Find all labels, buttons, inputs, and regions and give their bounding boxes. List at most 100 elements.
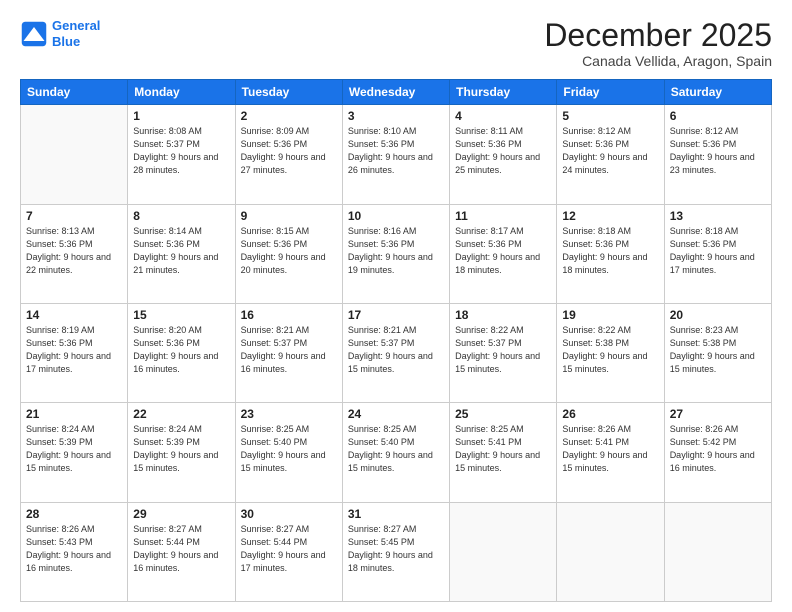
calendar-cell: 10 Sunrise: 8:16 AM Sunset: 5:36 PM Dayli… [342,204,449,303]
calendar-cell: 27 Sunrise: 8:26 AM Sunset: 5:42 PM Dayli… [664,403,771,502]
day-info: Sunrise: 8:11 AM Sunset: 5:36 PM Dayligh… [455,125,551,177]
day-number: 22 [133,407,229,421]
day-number: 25 [455,407,551,421]
weekday-header: Tuesday [235,80,342,105]
title-block: December 2025 Canada Vellida, Aragon, Sp… [544,18,772,69]
day-info: Sunrise: 8:24 AM Sunset: 5:39 PM Dayligh… [26,423,122,475]
day-info: Sunrise: 8:24 AM Sunset: 5:39 PM Dayligh… [133,423,229,475]
day-number: 27 [670,407,766,421]
day-number: 29 [133,507,229,521]
day-info: Sunrise: 8:09 AM Sunset: 5:36 PM Dayligh… [241,125,337,177]
page: General Blue December 2025 Canada Vellid… [0,0,792,612]
day-number: 1 [133,109,229,123]
calendar-cell: 11 Sunrise: 8:17 AM Sunset: 5:36 PM Dayli… [450,204,557,303]
calendar-cell [557,502,664,601]
day-number: 11 [455,209,551,223]
calendar-header-row: SundayMondayTuesdayWednesdayThursdayFrid… [21,80,772,105]
day-info: Sunrise: 8:27 AM Sunset: 5:45 PM Dayligh… [348,523,444,575]
day-info: Sunrise: 8:25 AM Sunset: 5:40 PM Dayligh… [348,423,444,475]
calendar-cell [664,502,771,601]
calendar-cell: 24 Sunrise: 8:25 AM Sunset: 5:40 PM Dayli… [342,403,449,502]
calendar-cell: 30 Sunrise: 8:27 AM Sunset: 5:44 PM Dayli… [235,502,342,601]
calendar-cell: 14 Sunrise: 8:19 AM Sunset: 5:36 PM Dayli… [21,303,128,402]
weekday-header: Wednesday [342,80,449,105]
day-number: 20 [670,308,766,322]
calendar-week-row: 21 Sunrise: 8:24 AM Sunset: 5:39 PM Dayli… [21,403,772,502]
day-number: 13 [670,209,766,223]
day-info: Sunrise: 8:13 AM Sunset: 5:36 PM Dayligh… [26,225,122,277]
day-info: Sunrise: 8:19 AM Sunset: 5:36 PM Dayligh… [26,324,122,376]
calendar-cell: 25Sunrise: 8:25 AM Sunset: 5:41 PM Dayli… [450,403,557,502]
calendar-cell: 21 Sunrise: 8:24 AM Sunset: 5:39 PM Dayli… [21,403,128,502]
logo: General Blue [20,18,100,49]
day-info: Sunrise: 8:22 AM Sunset: 5:37 PM Dayligh… [455,324,551,376]
calendar-cell [450,502,557,601]
day-number: 8 [133,209,229,223]
weekday-header: Thursday [450,80,557,105]
day-number: 26 [562,407,658,421]
day-info: Sunrise: 8:22 AM Sunset: 5:38 PM Dayligh… [562,324,658,376]
day-info: Sunrise: 8:23 AM Sunset: 5:38 PM Dayligh… [670,324,766,376]
day-info: Sunrise: 8:10 AM Sunset: 5:36 PM Dayligh… [348,125,444,177]
day-number: 9 [241,209,337,223]
weekday-header: Friday [557,80,664,105]
header: General Blue December 2025 Canada Vellid… [20,18,772,69]
calendar-cell: 8 Sunrise: 8:14 AM Sunset: 5:36 PM Daylig… [128,204,235,303]
day-number: 31 [348,507,444,521]
day-info: Sunrise: 8:08 AM Sunset: 5:37 PM Dayligh… [133,125,229,177]
month-title: December 2025 [544,18,772,53]
day-number: 21 [26,407,122,421]
calendar-cell: 7Sunrise: 8:13 AM Sunset: 5:36 PM Daylig… [21,204,128,303]
day-info: Sunrise: 8:17 AM Sunset: 5:36 PM Dayligh… [455,225,551,277]
day-info: Sunrise: 8:25 AM Sunset: 5:40 PM Dayligh… [241,423,337,475]
calendar-cell: 19 Sunrise: 8:22 AM Sunset: 5:38 PM Dayli… [557,303,664,402]
weekday-header: Saturday [664,80,771,105]
calendar-week-row: 28 Sunrise: 8:26 AM Sunset: 5:43 PM Dayli… [21,502,772,601]
day-info: Sunrise: 8:27 AM Sunset: 5:44 PM Dayligh… [241,523,337,575]
calendar-cell: 28 Sunrise: 8:26 AM Sunset: 5:43 PM Dayli… [21,502,128,601]
day-info: Sunrise: 8:18 AM Sunset: 5:36 PM Dayligh… [562,225,658,277]
subtitle: Canada Vellida, Aragon, Spain [544,53,772,69]
day-number: 19 [562,308,658,322]
day-number: 14 [26,308,122,322]
calendar-table: SundayMondayTuesdayWednesdayThursdayFrid… [20,79,772,602]
day-info: Sunrise: 8:16 AM Sunset: 5:36 PM Dayligh… [348,225,444,277]
calendar-week-row: 7Sunrise: 8:13 AM Sunset: 5:36 PM Daylig… [21,204,772,303]
day-number: 28 [26,507,122,521]
day-number: 10 [348,209,444,223]
weekday-header: Monday [128,80,235,105]
day-number: 18 [455,308,551,322]
day-info: Sunrise: 8:21 AM Sunset: 5:37 PM Dayligh… [241,324,337,376]
calendar-cell: 20 Sunrise: 8:23 AM Sunset: 5:38 PM Dayli… [664,303,771,402]
logo-line1: General [52,18,100,33]
calendar-cell: 18 Sunrise: 8:22 AM Sunset: 5:37 PM Dayli… [450,303,557,402]
calendar-cell [21,105,128,204]
day-info: Sunrise: 8:12 AM Sunset: 5:36 PM Dayligh… [562,125,658,177]
logo-line2: Blue [52,34,80,49]
day-info: Sunrise: 8:26 AM Sunset: 5:42 PM Dayligh… [670,423,766,475]
day-number: 12 [562,209,658,223]
day-info: Sunrise: 8:14 AM Sunset: 5:36 PM Dayligh… [133,225,229,277]
day-number: 30 [241,507,337,521]
day-info: Sunrise: 8:15 AM Sunset: 5:36 PM Dayligh… [241,225,337,277]
day-info: Sunrise: 8:18 AM Sunset: 5:36 PM Dayligh… [670,225,766,277]
calendar-cell: 17Sunrise: 8:21 AM Sunset: 5:37 PM Dayli… [342,303,449,402]
calendar-cell: 6 Sunrise: 8:12 AM Sunset: 5:36 PM Daylig… [664,105,771,204]
calendar-cell: 23Sunrise: 8:25 AM Sunset: 5:40 PM Dayli… [235,403,342,502]
calendar-week-row: 1 Sunrise: 8:08 AM Sunset: 5:37 PM Daylig… [21,105,772,204]
day-info: Sunrise: 8:12 AM Sunset: 5:36 PM Dayligh… [670,125,766,177]
day-info: Sunrise: 8:26 AM Sunset: 5:41 PM Dayligh… [562,423,658,475]
day-number: 15 [133,308,229,322]
day-info: Sunrise: 8:26 AM Sunset: 5:43 PM Dayligh… [26,523,122,575]
day-number: 6 [670,109,766,123]
day-number: 2 [241,109,337,123]
day-info: Sunrise: 8:21 AM Sunset: 5:37 PM Dayligh… [348,324,444,376]
day-number: 5 [562,109,658,123]
calendar-cell: 4 Sunrise: 8:11 AM Sunset: 5:36 PM Daylig… [450,105,557,204]
day-info: Sunrise: 8:27 AM Sunset: 5:44 PM Dayligh… [133,523,229,575]
calendar-cell: 2 Sunrise: 8:09 AM Sunset: 5:36 PM Daylig… [235,105,342,204]
calendar-cell: 3 Sunrise: 8:10 AM Sunset: 5:36 PM Daylig… [342,105,449,204]
day-number: 24 [348,407,444,421]
day-number: 4 [455,109,551,123]
day-number: 3 [348,109,444,123]
